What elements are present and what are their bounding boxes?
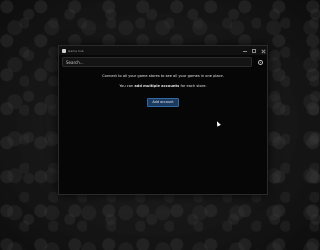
multiple-accounts-suffix: for each store.: [179, 84, 207, 88]
gear-icon: [257, 59, 263, 65]
connect-message: Connect to all your game stores to see a…: [102, 74, 224, 78]
search-input[interactable]: [62, 57, 252, 67]
search-bar: [62, 57, 264, 68]
add-account-button[interactable]: Add account: [147, 97, 179, 107]
multiple-accounts-prefix: You can: [119, 84, 135, 88]
window-controls: [243, 46, 265, 55]
app-icon: [62, 48, 66, 53]
title-bar[interactable]: Game hub: [59, 46, 267, 55]
close-icon[interactable]: [261, 49, 265, 53]
app-window: Game hub Connect to all your game stores…: [58, 45, 268, 195]
window-title: Game hub: [68, 48, 84, 53]
maximize-icon[interactable]: [252, 48, 256, 53]
minimize-icon[interactable]: [243, 49, 247, 53]
multiple-accounts-message: You can add multiple accounts for each s…: [59, 84, 267, 88]
multiple-accounts-emphasis: add multiple accounts: [134, 84, 180, 88]
settings-button[interactable]: [256, 58, 264, 66]
empty-state: Connect to all your game stores to see a…: [59, 72, 267, 107]
